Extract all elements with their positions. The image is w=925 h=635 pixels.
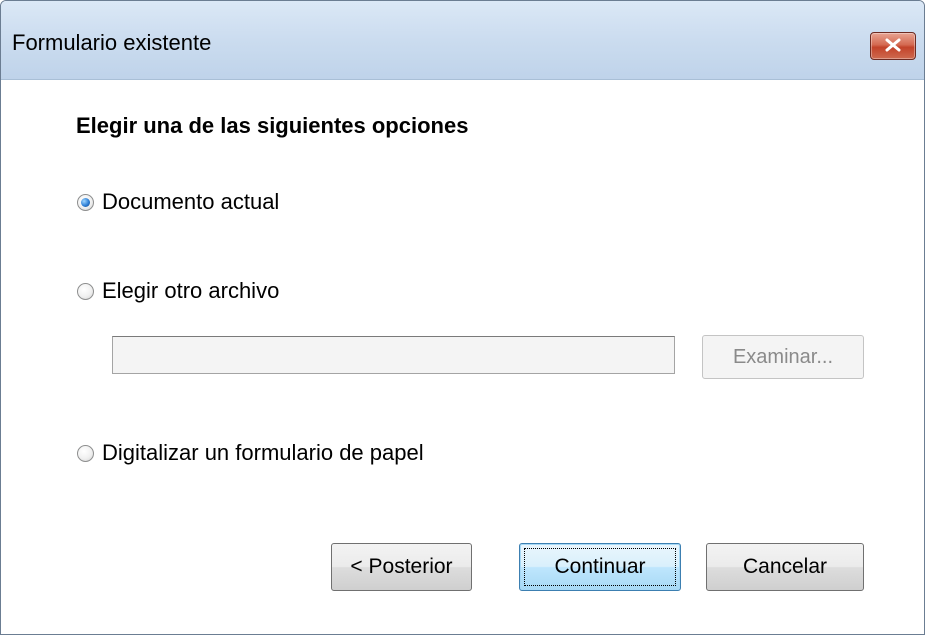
continue-button[interactable]: Continuar	[519, 543, 681, 591]
dialog-window: Formulario existente Elegir una de las s…	[0, 0, 925, 635]
cancel-button[interactable]: Cancelar	[706, 543, 864, 591]
radio-choose-file[interactable]	[77, 282, 94, 300]
radio-current-document[interactable]	[77, 193, 94, 211]
window-title: Formulario existente	[12, 30, 212, 55]
option-scan-paper-form[interactable]: Digitalizar un formulario de papel	[77, 440, 424, 466]
close-button[interactable]	[870, 32, 916, 60]
file-path-input[interactable]	[112, 336, 675, 374]
close-icon	[885, 38, 901, 52]
browse-button[interactable]: Examinar...	[702, 335, 864, 379]
back-button[interactable]: < Posterior	[331, 543, 472, 591]
dialog-body: Elegir una de las siguientes opciones Do…	[1, 80, 924, 634]
option-label[interactable]: Digitalizar un formulario de papel	[102, 440, 424, 466]
option-choose-file[interactable]: Elegir otro archivo	[77, 278, 279, 304]
title-bar[interactable]: Formulario existente	[1, 1, 924, 80]
options-heading: Elegir una de las siguientes opciones	[76, 113, 469, 138]
focus-rect	[524, 548, 676, 586]
option-current-document[interactable]: Documento actual	[77, 189, 279, 215]
radio-scan-paper-form[interactable]	[77, 444, 94, 462]
option-label[interactable]: Documento actual	[102, 189, 279, 215]
option-label[interactable]: Elegir otro archivo	[102, 278, 279, 304]
